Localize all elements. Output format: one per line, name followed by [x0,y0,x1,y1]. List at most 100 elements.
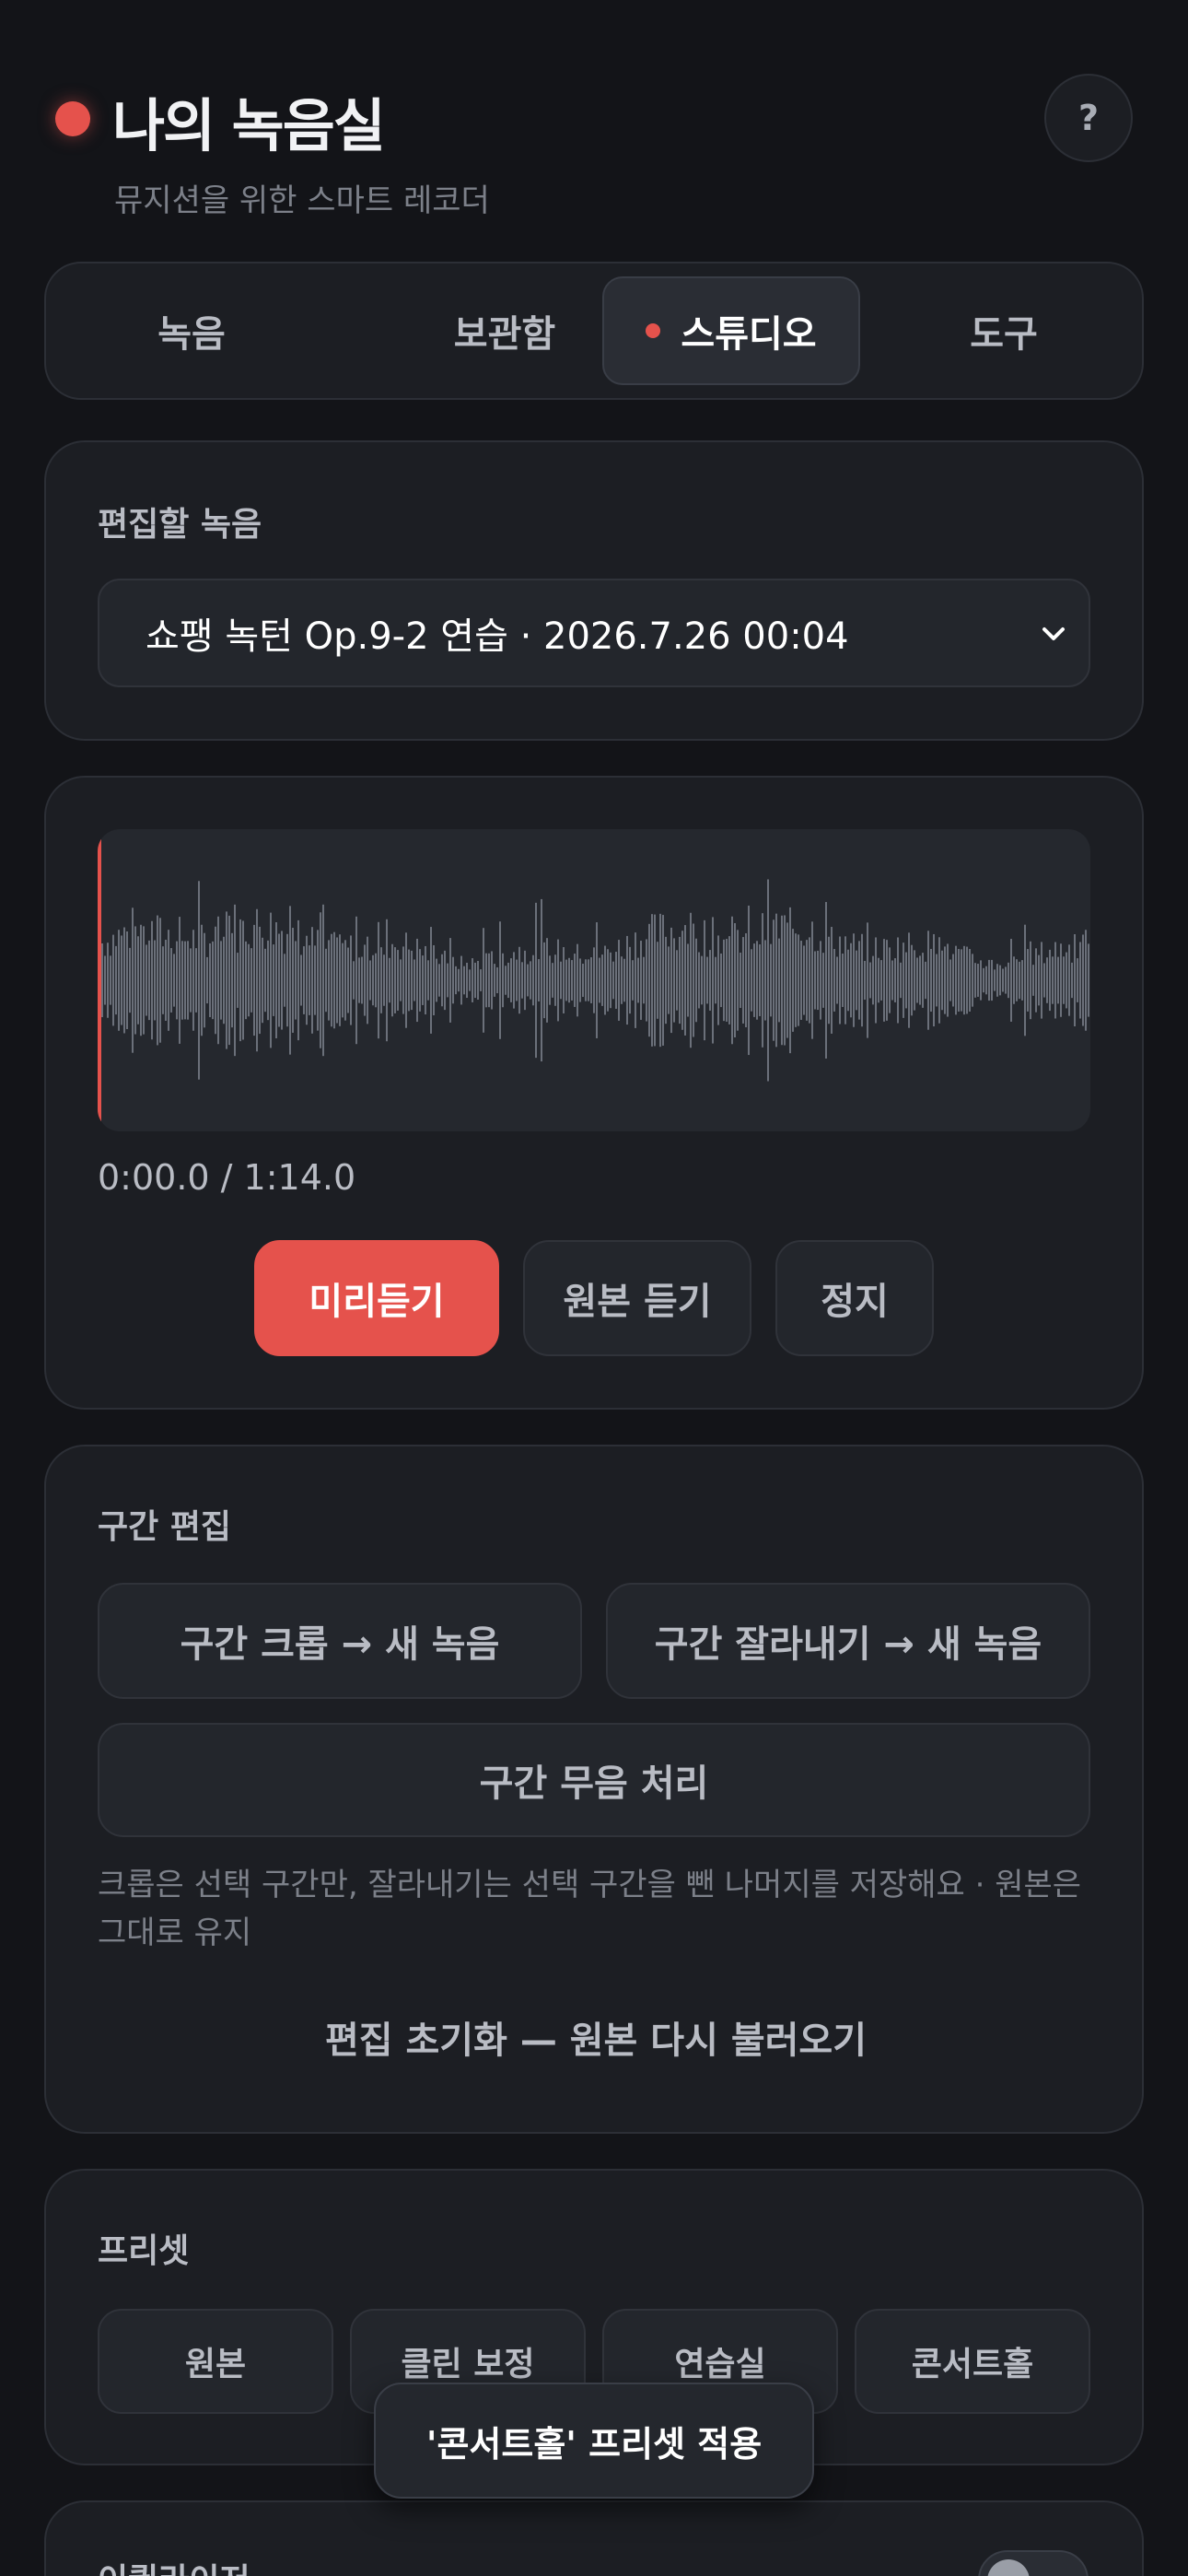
equalizer-card: 이퀄라이저 [44,2500,1144,2576]
waveform-bar [444,950,446,1011]
waveform-bar [480,969,482,991]
waveform-bar [184,941,186,1020]
waveform-bar [977,964,979,997]
play-original-button[interactable]: 원본 듣기 [523,1240,751,1356]
waveform-bar [922,953,924,1008]
tab-label: 녹음 [157,313,226,356]
waveform-bar [422,955,424,1005]
waveform-bar [574,954,576,1007]
toggle-knob [987,2559,1030,2576]
waveform-bar [952,954,954,1007]
waveform-bar [999,965,1001,996]
waveform-bar [206,956,208,1004]
waveform-bar [588,959,589,1001]
waveform-bar [198,881,200,1080]
waveform-bar [402,946,404,1014]
waveform-bar [372,954,374,1006]
waveform-bar [234,904,236,1057]
waveform-bar [430,927,432,1034]
waveform-bar [391,943,393,1017]
tab-label: 스튜디오 [681,313,817,356]
waveform-bar [425,945,426,1015]
waveform[interactable] [98,829,1090,1131]
help-button[interactable]: ? [1044,74,1133,162]
waveform-bar [651,914,653,1047]
waveform-bar [436,958,437,1002]
waveform-bar [397,950,399,1011]
waveform-bar [831,927,833,1034]
waveform-bar [792,929,794,1032]
waveform-bar [891,960,893,1001]
waveform-bar [693,923,694,1037]
chevron-down-icon [1042,627,1065,640]
waveform-bar [654,914,656,1047]
waveform-bar [833,949,835,1012]
crop-section-button[interactable]: 구간 크롭 → 새 녹음 [98,1583,582,1699]
waveform-bar [646,939,647,1022]
waveform-bar [593,947,595,1013]
waveform-bar [775,913,777,1048]
waveform-bar [137,936,139,1025]
tab-tools[interactable]: 도구 [893,276,1114,385]
waveform-bar [828,936,830,1025]
tab-studio[interactable]: 스튜디오 [602,276,860,385]
waveform-bar [878,957,879,1003]
waveform-bar [936,954,938,1007]
waveform-bar [938,937,940,1024]
waveform-bar [991,959,993,1001]
player-card: 0:00.0 / 1:14.0 미리듣기 원본 듣기 정지 [44,776,1144,1410]
waveform-bar [325,948,327,1013]
waveform-bar [709,950,711,1011]
waveform-bar [814,951,816,1010]
playhead[interactable] [98,829,101,1131]
waveform-bar [1046,957,1048,1003]
waveform-bar [530,961,531,1000]
cut-section-button[interactable]: 구간 잘라내기 → 새 녹음 [606,1583,1090,1699]
waveform-bar [507,962,509,999]
waveform-bar [267,940,269,1021]
waveform-bar [612,961,614,1000]
preset-concert-hall[interactable]: 콘서트홀 [855,2309,1090,2414]
waveform-bar [317,930,319,1031]
reset-edit-button[interactable]: 편집 초기화 — 원본 다시 불러오기 [46,2010,1146,2064]
waveform-bar [1079,942,1081,1019]
tab-record[interactable]: 녹음 [99,276,284,385]
waveform-bar [618,940,620,1021]
waveform-bar [958,949,960,1012]
section-label: 구간 편집 [98,1508,232,1546]
waveform-bar [416,938,418,1023]
mute-section-button[interactable]: 구간 무음 처리 [98,1723,1090,1837]
waveform-bar [1005,966,1007,994]
waveform-bar [477,960,479,1001]
waveform-bar [778,938,780,1023]
waveform-bar [455,966,457,995]
stop-button[interactable]: 정지 [775,1240,934,1356]
waveform-bar [496,966,498,994]
waveform-bar [339,934,341,1026]
waveform-bar [1027,949,1029,1012]
waveform-bar [809,937,810,1024]
waveform-bar [518,946,520,1014]
waveform-bar [187,941,189,1020]
waveform-bar [101,943,103,1018]
equalizer-toggle[interactable] [978,2550,1089,2576]
waveform-bar [930,948,932,1013]
app-title: 나의 녹음실 [112,92,386,159]
waveform-bar [1074,933,1076,1027]
recording-select[interactable]: 쇼팽 녹턴 Op.9-2 연습 · 2026.7.26 00:04 [98,579,1090,687]
waveform-bar [107,943,109,1018]
waveform-bar [856,950,857,1011]
preset-original[interactable]: 원본 [98,2309,333,2414]
waveform-bar [502,953,504,1008]
preview-button[interactable]: 미리듣기 [254,1240,499,1356]
waveform-bar [681,931,683,1030]
waveform-bar [577,943,578,1017]
waveform-bar [629,946,631,1014]
waveform-bar [173,954,175,1007]
waveform-bar [615,952,617,1009]
waveform-bar [811,921,813,1039]
waveform-bar [916,957,918,1003]
waveform-bar [286,933,288,1027]
waveform-bar [817,950,819,1011]
waveform-bar [961,949,962,1012]
